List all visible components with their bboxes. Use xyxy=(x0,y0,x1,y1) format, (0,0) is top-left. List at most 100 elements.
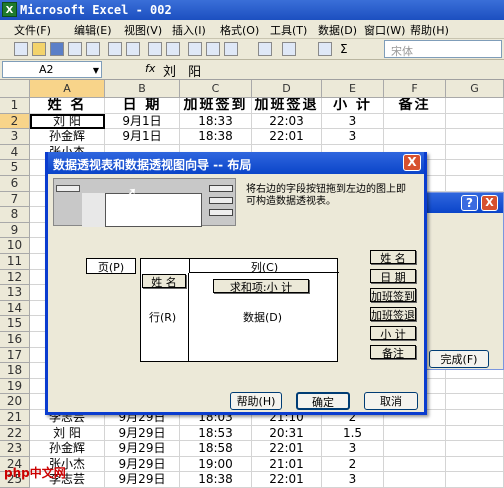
new-icon[interactable] xyxy=(14,42,28,56)
column-header-b[interactable]: B xyxy=(105,80,180,98)
row-header[interactable]: 1 xyxy=(0,98,30,114)
row-header[interactable]: 4 xyxy=(0,144,30,161)
grid-cell[interactable] xyxy=(446,425,504,442)
grid-cell[interactable] xyxy=(446,113,504,130)
grid-cell[interactable]: 加班签到 xyxy=(180,98,252,114)
grid-cell[interactable]: 日 期 xyxy=(105,98,180,114)
grid-cell[interactable] xyxy=(446,394,504,410)
row-header[interactable]: 17 xyxy=(0,347,30,364)
field-button-signout[interactable]: 加班签退 xyxy=(370,307,416,322)
row-header[interactable]: 14 xyxy=(0,300,30,317)
row-header[interactable]: 13 xyxy=(0,285,30,301)
grid-cell[interactable]: 22:01 xyxy=(252,441,322,457)
grid-cell[interactable]: 3 xyxy=(322,441,384,457)
grid-cell[interactable] xyxy=(384,425,446,442)
menu-window[interactable]: 窗口(W) xyxy=(364,22,405,38)
grid-cell[interactable] xyxy=(384,129,446,145)
page-area[interactable]: 页(P) xyxy=(86,258,136,274)
grid-cell[interactable] xyxy=(446,98,504,114)
column-header-d[interactable]: D xyxy=(252,80,322,98)
grid-cell[interactable]: 9月29日 xyxy=(105,472,180,488)
field-button-subtotal[interactable]: 小 计 xyxy=(370,326,416,341)
help-icon[interactable]: ? xyxy=(461,195,478,211)
research-icon[interactable] xyxy=(166,42,180,56)
field-button-name[interactable]: 姓 名 xyxy=(370,250,416,265)
grid-cell[interactable]: 2 xyxy=(322,456,384,473)
help-button[interactable]: 帮助(H) xyxy=(230,392,282,410)
grid-cell[interactable]: 18:53 xyxy=(180,425,252,442)
column-header-g[interactable]: G xyxy=(446,80,504,98)
grid-cell[interactable] xyxy=(384,113,446,130)
field-button-date[interactable]: 日 期 xyxy=(370,269,416,284)
menu-insert[interactable]: 插入(I) xyxy=(172,22,206,38)
grid-cell[interactable]: 孙金辉 xyxy=(30,441,105,457)
row-header[interactable]: 11 xyxy=(0,254,30,270)
fx-icon[interactable]: fx xyxy=(145,62,155,75)
chevron-down-icon[interactable]: ▼ xyxy=(93,66,99,75)
undo-icon[interactable] xyxy=(282,42,296,56)
grid-cell[interactable]: 22:01 xyxy=(252,129,322,145)
grid-cell[interactable] xyxy=(446,456,504,473)
close-icon[interactable]: X xyxy=(481,195,498,211)
grid-cell[interactable]: 小 计 xyxy=(322,98,384,114)
grid-cell[interactable]: 20:31 xyxy=(252,425,322,442)
grid-cell[interactable]: 18:38 xyxy=(180,472,252,488)
grid-cell[interactable] xyxy=(384,456,446,473)
cancel-button[interactable]: 取消 xyxy=(364,392,418,410)
grid-cell[interactable]: 22:01 xyxy=(252,472,322,488)
formula-input[interactable]: 刘 阳 xyxy=(163,61,205,80)
grid-cell[interactable]: 备注 xyxy=(384,98,446,114)
ok-button[interactable]: 确定 xyxy=(296,392,350,410)
print-preview-icon[interactable] xyxy=(126,42,140,56)
row-header[interactable]: 22 xyxy=(0,425,30,442)
row-header[interactable]: 3 xyxy=(0,129,30,145)
open-icon[interactable] xyxy=(32,42,46,56)
grid-cell[interactable] xyxy=(384,472,446,488)
grid-cell[interactable] xyxy=(446,160,504,176)
font-name-field[interactable]: 宋体 xyxy=(384,40,502,58)
row-header[interactable]: 9 xyxy=(0,222,30,239)
grid-cell[interactable]: 9月29日 xyxy=(105,456,180,473)
menu-file[interactable]: 文件(F) xyxy=(14,22,51,38)
menu-data[interactable]: 数据(D) xyxy=(318,22,357,38)
grid-cell[interactable] xyxy=(446,378,504,395)
menu-edit[interactable]: 编辑(E) xyxy=(74,22,112,38)
spelling-icon[interactable] xyxy=(148,42,162,56)
grid-cell[interactable] xyxy=(446,144,504,161)
grid-cell[interactable]: 刘 阳 xyxy=(30,113,105,130)
row-header[interactable]: 19 xyxy=(0,378,30,395)
row-header[interactable]: 16 xyxy=(0,332,30,348)
menu-tools[interactable]: 工具(T) xyxy=(270,22,307,38)
grid-cell[interactable] xyxy=(446,472,504,488)
grid-cell[interactable]: 19:00 xyxy=(180,456,252,473)
email-icon[interactable] xyxy=(86,42,100,56)
row-header[interactable]: 18 xyxy=(0,363,30,379)
row-header[interactable]: 10 xyxy=(0,238,30,254)
finish-button[interactable]: 完成(F) xyxy=(429,350,489,368)
column-area[interactable]: 列(C) xyxy=(189,259,339,274)
row-header[interactable]: 6 xyxy=(0,176,30,192)
grid-cell[interactable] xyxy=(384,441,446,457)
column-header-e[interactable]: E xyxy=(322,80,384,98)
row-header[interactable]: 5 xyxy=(0,160,30,176)
field-button-notes[interactable]: 备注 xyxy=(370,345,416,360)
data-field-sum[interactable]: 求和项:小 计 xyxy=(213,279,309,294)
grid-cell[interactable]: 9月29日 xyxy=(105,425,180,442)
redo-icon[interactable] xyxy=(318,42,332,56)
grid-cell[interactable]: 3 xyxy=(322,472,384,488)
close-icon[interactable]: X xyxy=(403,154,421,171)
row-header[interactable]: 21 xyxy=(0,410,30,426)
column-header-a[interactable]: A xyxy=(30,80,105,98)
row-header[interactable]: 20 xyxy=(0,394,30,410)
paste-icon[interactable] xyxy=(224,42,238,56)
grid-cell[interactable]: 加班签退 xyxy=(252,98,322,114)
row-header[interactable]: 15 xyxy=(0,316,30,332)
row-header[interactable]: 23 xyxy=(0,441,30,457)
menu-help[interactable]: 帮助(H) xyxy=(410,22,449,38)
column-header-c[interactable]: C xyxy=(180,80,252,98)
column-header-f[interactable]: F xyxy=(384,80,446,98)
cut-icon[interactable] xyxy=(188,42,202,56)
grid-cell[interactable]: 22:03 xyxy=(252,113,322,130)
save-icon[interactable] xyxy=(50,42,64,56)
name-box[interactable]: A2 ▼ xyxy=(2,61,102,78)
